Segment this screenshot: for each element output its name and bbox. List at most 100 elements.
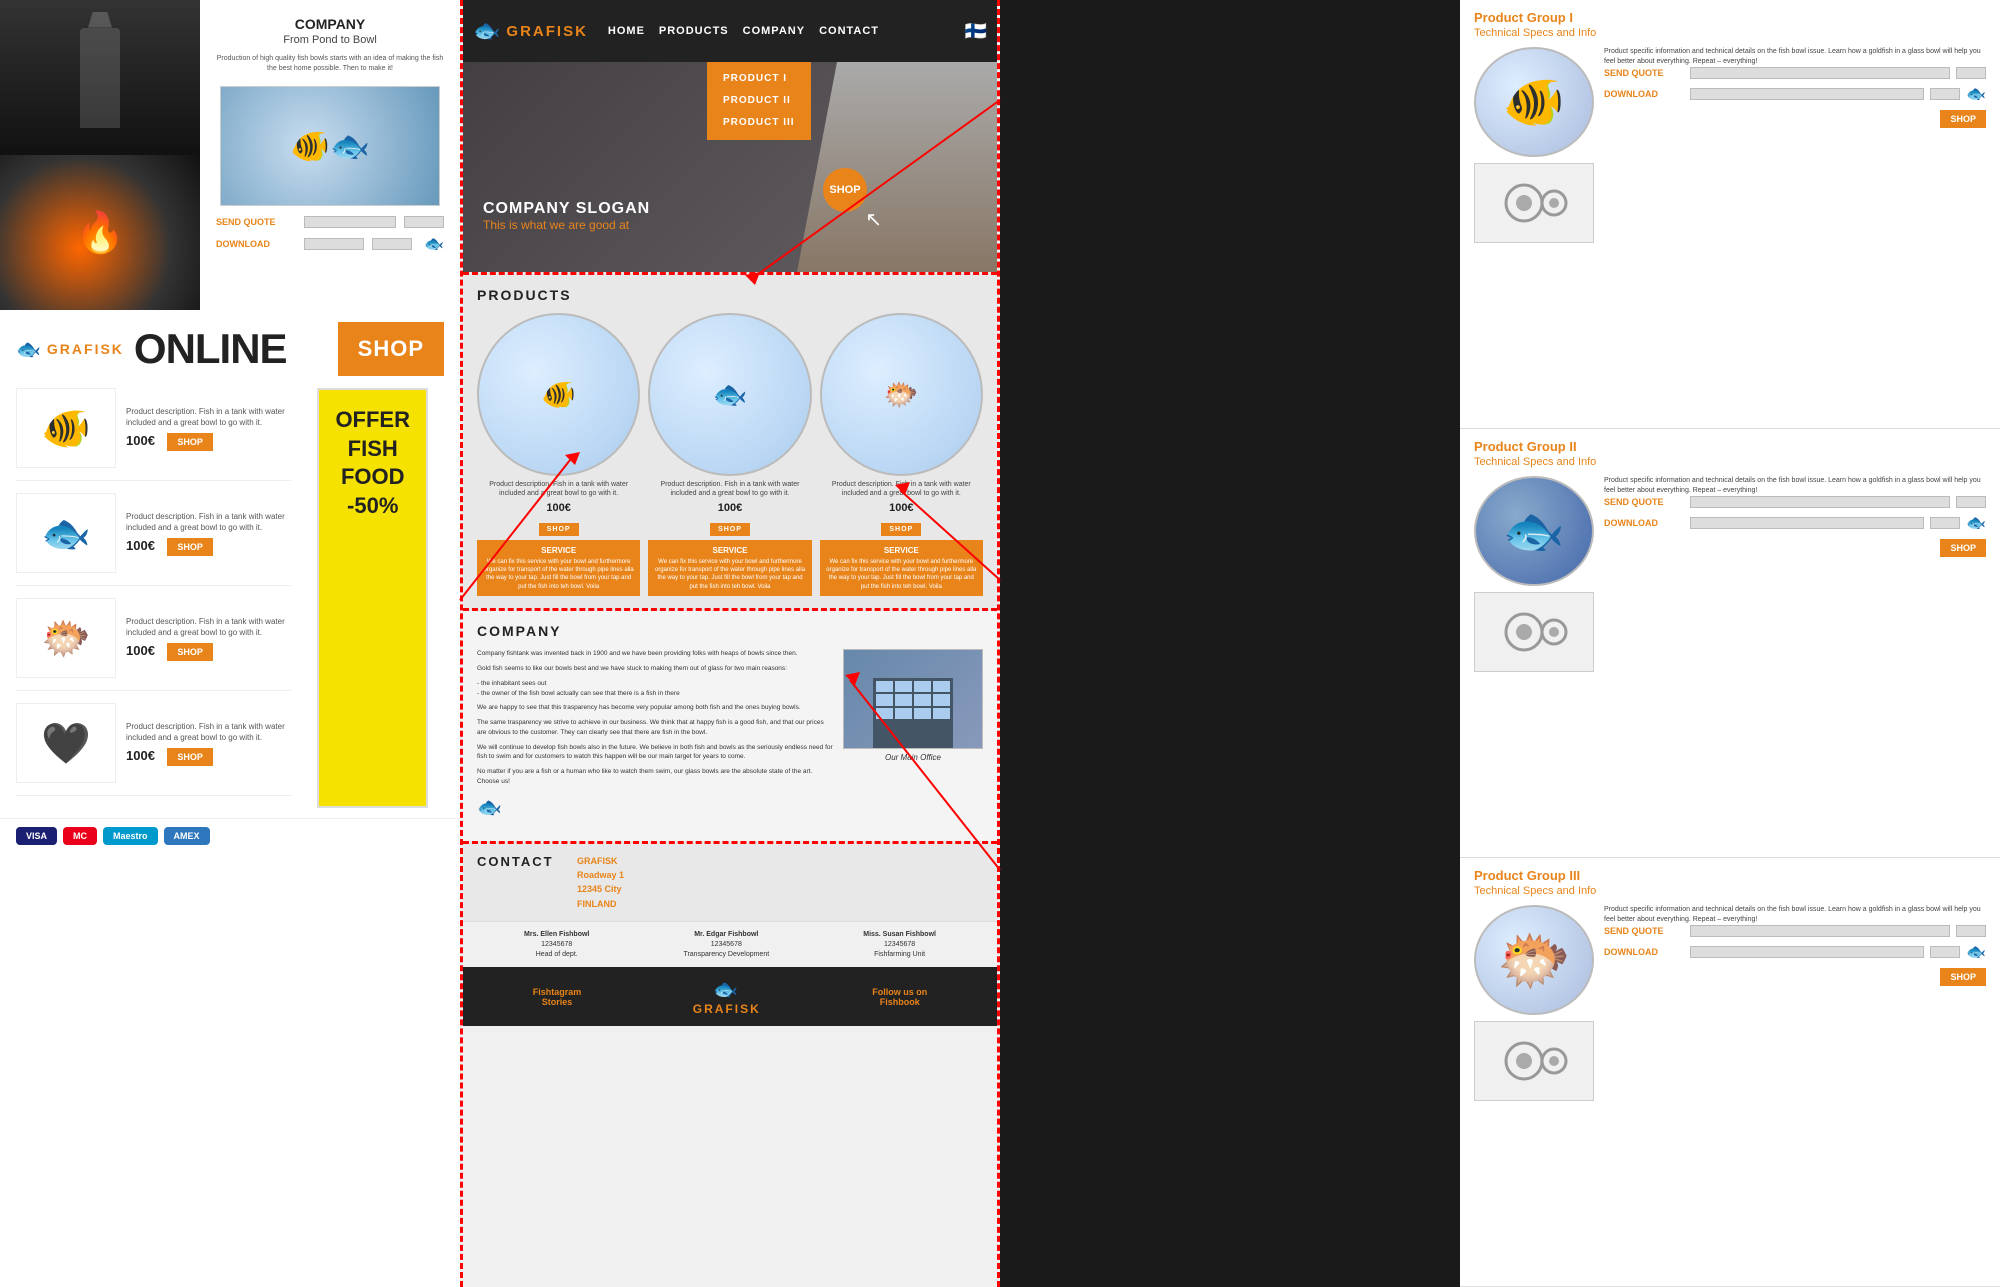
product-desc-3: Product description. Fish in a tank with… (820, 480, 983, 498)
contact-address: Roadway 112345 CityFINLAND (577, 868, 624, 911)
contact-info: GRAFISK Roadway 112345 CityFINLAND (577, 854, 624, 912)
hero-text-block: COMPANY SLOGAN This is what we are good … (483, 200, 650, 232)
gear-svg-1 (1494, 173, 1574, 233)
pg-shop-btn-3[interactable]: SHOP (1940, 968, 1986, 986)
bl-product-price-4: 100€ (126, 748, 155, 763)
pg-download-input2-1[interactable] (1930, 88, 1960, 100)
tl-send-quote-label: SEND QUOTE (216, 217, 296, 227)
hero-slogan: COMPANY SLOGAN (483, 200, 650, 218)
products-section-title: PRODUCTS (477, 287, 983, 303)
pg-right-2: Product specific information and technic… (1604, 476, 1986, 847)
dropdown-product-3[interactable]: PRODUCT III (723, 112, 795, 134)
product-shop-btn-2[interactable]: SHOP (710, 523, 750, 536)
bl-product-info-4: Product description. Fish in a tank with… (126, 721, 291, 765)
pg-download-input-1[interactable] (1690, 88, 1924, 100)
pg-download-input2-3[interactable] (1930, 946, 1960, 958)
pg-shop-row-2: SHOP (1604, 538, 1986, 556)
bl-shop-btn-4[interactable]: SHOP (167, 748, 213, 766)
nav-logo-fish-icon: 🐟 (473, 18, 500, 44)
staff-phone-3: 12345678 (863, 940, 936, 950)
pg-left-2: 🐟 (1474, 476, 1594, 847)
contact-title: CONTACT (477, 854, 557, 869)
service-title-3: SERVICE (825, 545, 978, 556)
tl-send-quote-input2[interactable] (404, 216, 444, 228)
staff-card-3: Miss. Susan Fishbowl 12345678 Fishfarmin… (863, 930, 936, 959)
bl-main-content: 🐠 Product description. Fish in a tank wi… (0, 388, 460, 818)
tl-send-quote-input[interactable] (304, 216, 396, 228)
pg-download-row-3: DOWNLOAD 🐟 (1604, 942, 1986, 962)
top-left-panel: 🔥 COMPANY From Pond to Bowl Production o… (0, 0, 460, 310)
pg-subtitle-3: Technical Specs and Info (1474, 885, 1986, 897)
window-2 (895, 681, 912, 692)
tl-download-input2[interactable] (372, 238, 412, 250)
staff-title-1: Head of dept. (524, 950, 589, 960)
nav-home[interactable]: HOME (608, 25, 645, 37)
pg-machine-3 (1474, 1021, 1594, 1101)
nav-links: HOME PRODUCTS COMPANY CONTACT (608, 25, 879, 37)
contact-section: CONTACT GRAFISK Roadway 112345 CityFINLA… (463, 841, 997, 922)
company-fish-logo: 🐟 (477, 793, 833, 823)
bl-shop-btn-1[interactable]: SHOP (167, 433, 213, 451)
pg-download-input2-2[interactable] (1930, 517, 1960, 529)
tl-description: Production of high quality fish bowls st… (216, 54, 444, 74)
pg-send-quote-input-3[interactable] (1690, 925, 1950, 937)
pg-send-quote-input-1[interactable] (1690, 67, 1950, 79)
bl-fish-image-3: 🐡 (16, 598, 116, 678)
payment-amex: AMEX (164, 827, 210, 845)
footer-fishbook[interactable]: Follow us onFishbook (872, 987, 927, 1007)
pg-right-3: Product specific information and technic… (1604, 905, 1986, 1276)
nav-company[interactable]: COMPANY (743, 25, 805, 37)
staff-name-3: Miss. Susan Fishbowl (863, 930, 936, 940)
pg-shop-btn-1[interactable]: SHOP (1940, 110, 1986, 128)
staff-title-2: Transparency Development (683, 950, 769, 960)
bl-product-info-1: Product description. Fish in a tank with… (126, 406, 291, 450)
navigation-bar: 🐟 GRAFISK HOME PRODUCTS COMPANY CONTACT … (463, 0, 997, 62)
pg-panel-1: Product Group I Technical Specs and Info… (1460, 0, 2000, 429)
pg-download-label-2: DOWNLOAD (1604, 518, 1684, 528)
bl-logo-fish-icon: 🐟 (16, 337, 41, 362)
bl-shop-btn-2[interactable]: SHOP (167, 538, 213, 556)
staff-phone-1: 12345678 (524, 940, 589, 950)
service-box-2: SERVICE We can fix this service with you… (648, 540, 811, 597)
tl-company-title: COMPANY (216, 16, 444, 32)
pg-send-quote-input2-3[interactable] (1956, 925, 1986, 937)
pg-send-quote-input2-2[interactable] (1956, 496, 1986, 508)
pg-send-quote-input2-1[interactable] (1956, 67, 1986, 79)
product-shop-btn-1[interactable]: SHOP (539, 523, 579, 536)
product-fish-2: 🐟 (713, 378, 748, 411)
dropdown-product-2[interactable]: PRODUCT II (723, 90, 795, 112)
pg-download-input-3[interactable] (1690, 946, 1924, 958)
pg-title-2: Product Group II (1474, 439, 1986, 454)
pg-send-quote-label-1: SEND QUOTE (1604, 68, 1684, 78)
nav-contact[interactable]: CONTACT (819, 25, 879, 37)
pg-shop-btn-2[interactable]: SHOP (1940, 539, 1986, 557)
footer-fishtagram[interactable]: FishtagramStories (533, 987, 582, 1007)
tl-download-input[interactable] (304, 238, 364, 250)
hero-shop-button[interactable]: SHOP (823, 168, 867, 212)
pg-download-row-1: DOWNLOAD 🐟 (1604, 84, 1986, 104)
pg-bowl-2: 🐟 (1474, 476, 1594, 586)
company-content: Company fishtank was invented back in 19… (477, 649, 983, 828)
company-para-1: Company fishtank was invented back in 19… (477, 649, 833, 659)
staff-row: Mrs. Ellen Fishbowl 12345678 Head of dep… (463, 921, 997, 967)
bl-product-price-2: 100€ (126, 538, 155, 553)
staff-card-1: Mrs. Ellen Fishbowl 12345678 Head of dep… (524, 930, 589, 959)
nav-products[interactable]: PRODUCTS (659, 25, 729, 37)
company-section: COMPANY Company fishtank was invented ba… (463, 611, 997, 840)
bottle-cap (88, 12, 112, 28)
pg-bowl-1: 🐠 (1474, 47, 1594, 157)
bl-shop-btn-3[interactable]: SHOP (167, 643, 213, 661)
bl-shop-button[interactable]: SHOP (338, 322, 444, 376)
bl-header: 🐟 GRAFISK ONLINE SHOP (0, 310, 460, 388)
dropdown-product-1[interactable]: PRODUCT I (723, 68, 795, 90)
service-box-1: SERVICE We can fix this service with you… (477, 540, 640, 597)
tl-download-label: DOWNLOAD (216, 239, 296, 249)
pg-download-label-1: DOWNLOAD (1604, 89, 1684, 99)
company-section-title: COMPANY (477, 623, 983, 639)
pg-send-quote-input-2[interactable] (1690, 496, 1950, 508)
product-shop-btn-3[interactable]: SHOP (881, 523, 921, 536)
pg-subtitle-1: Technical Specs and Info (1474, 27, 1986, 39)
pg-download-input-2[interactable] (1690, 517, 1924, 529)
tl-fish-icon: 🐟 (424, 234, 444, 254)
product-card-2: 🐟 Product description. Fish in a tank wi… (648, 313, 811, 596)
